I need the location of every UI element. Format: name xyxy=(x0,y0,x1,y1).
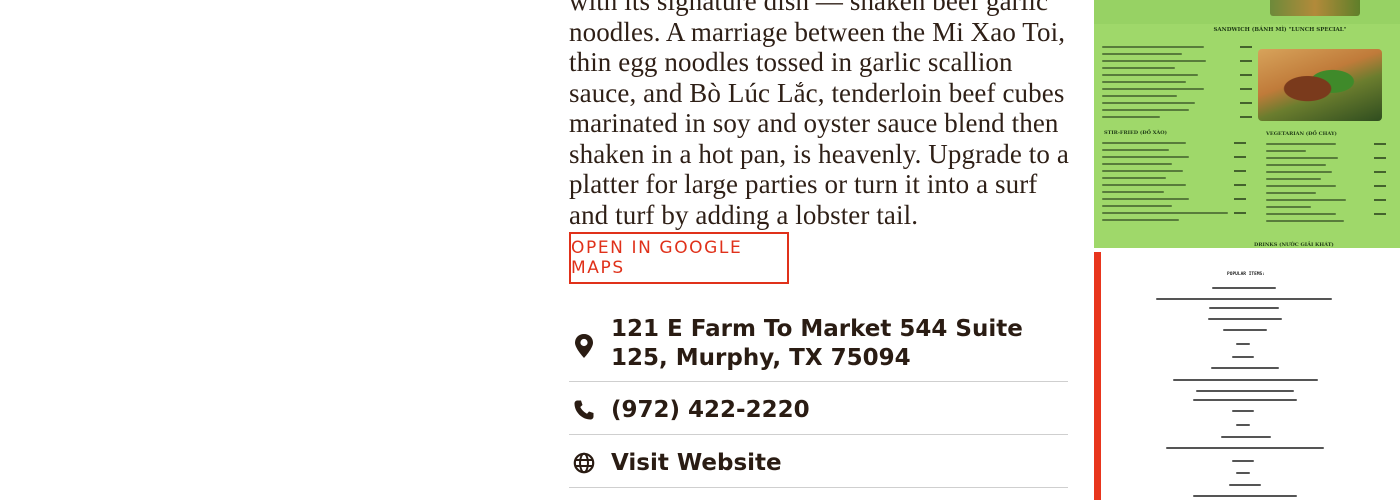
stir-fried-item-lines xyxy=(1102,142,1242,226)
address-text[interactable]: 121 E Farm To Market 544 Suite 125, Murp… xyxy=(611,315,1068,373)
address-row: 121 E Farm To Market 544 Suite 125, Murp… xyxy=(569,312,1068,382)
menu-photo-green[interactable]: SANDWICH (BÁNH MÌ) "LUNCH SPECIAL" STIR-… xyxy=(1094,0,1400,248)
phone-icon xyxy=(573,399,595,425)
menu-section-title: SANDWICH (BÁNH MÌ) "LUNCH SPECIAL" xyxy=(1213,27,1347,33)
globe-icon xyxy=(573,452,595,478)
menu-photo-document[interactable]: POPULAR ITEMS: xyxy=(1094,252,1400,500)
vegetarian-item-lines xyxy=(1266,143,1366,227)
open-google-maps-button[interactable]: Open in Google Maps xyxy=(569,232,789,284)
banh-mi-photo xyxy=(1258,49,1382,121)
stir-fried-prices xyxy=(1234,142,1246,219)
vegetarian-prices xyxy=(1374,143,1386,220)
map-pin-icon xyxy=(573,333,595,359)
phone-row: (972) 422-2220 xyxy=(569,382,1068,435)
sandwich-item-lines xyxy=(1102,46,1247,123)
food-photo-thumbnail xyxy=(1270,0,1360,16)
stir-fried-title: STIR-FRIED (ĐỒ XÀO) xyxy=(1104,130,1167,136)
website-row: Visit Website xyxy=(569,435,1068,488)
vegetarian-title: VEGETARIAN (ĐỒ CHAY) xyxy=(1266,131,1337,137)
menu-paper: POPULAR ITEMS: xyxy=(1101,252,1400,500)
popular-items-title: POPULAR ITEMS: xyxy=(1227,272,1265,277)
phone-number[interactable]: (972) 422-2220 xyxy=(611,396,1068,425)
visit-website-link[interactable]: Visit Website xyxy=(611,449,1068,478)
drinks-title: DRINKS (NƯỚC GIẢI KHÁT) xyxy=(1254,242,1334,248)
sandwich-prices xyxy=(1240,46,1252,123)
restaurant-description: with its signature dish — shaken beef ga… xyxy=(569,0,1069,230)
